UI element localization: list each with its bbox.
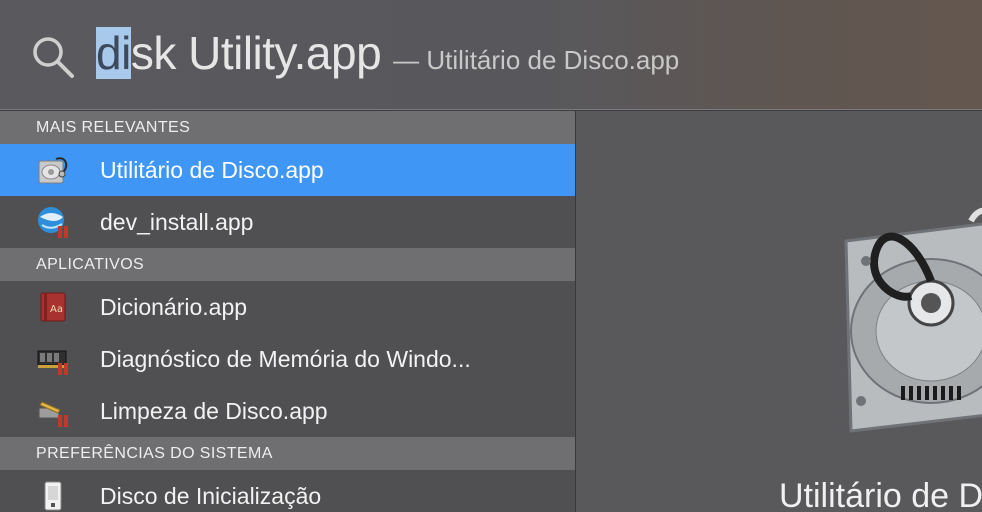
result-label: dev_install.app (100, 209, 254, 235)
results-list: MAIS RELEVANTES Utilitário de Disco.app … (0, 111, 576, 512)
preview-pane: Utilitário de Disco (576, 111, 982, 512)
result-item-utilitario-de-disco[interactable]: Utilitário de Disco.app (0, 144, 575, 196)
spotlight-search-bar: disk Utility.app — Utilitário de Disco.a… (0, 0, 982, 110)
section-header-aplicativos: APLICATIVOS (0, 248, 575, 281)
search-hint: — Utilitário de Disco.app (393, 45, 680, 75)
result-item-limpeza-de-disco[interactable]: Limpeza de Disco.app (0, 385, 575, 437)
section-header-mais-relevantes: MAIS RELEVANTES (0, 111, 575, 144)
section-header-preferencias: PREFERÊNCIAS DO SISTEMA (0, 437, 575, 470)
svg-text:Aa: Aa (50, 304, 63, 315)
result-item-dicionario[interactable]: Aa Dicionário.app (0, 281, 575, 333)
installer-globe-icon (38, 207, 68, 238)
result-label: Diagnóstico de Memória do Windo... (100, 346, 471, 372)
search-query-text[interactable]: disk Utility.app (96, 26, 382, 80)
dictionary-icon: Aa (40, 292, 66, 322)
result-item-dev-install[interactable]: dev_install.app (0, 196, 575, 248)
autocomplete-query-text: sk Utility.app (130, 27, 382, 79)
search-icon (33, 37, 74, 78)
result-label: Utilitário de Disco.app (100, 157, 324, 183)
disk-utility-large-icon (844, 207, 982, 433)
memory-chip-icon (37, 350, 68, 375)
result-label: Disco de Inicialização (100, 483, 322, 509)
search-input[interactable]: disk Utility.app — Utilitário de Disco.a… (96, 26, 679, 86)
disk-utility-icon (38, 157, 68, 184)
result-label: Limpeza de Disco.app (100, 398, 328, 424)
result-label: Dicionário.app (100, 294, 248, 320)
result-item-disco-de-inicializacao[interactable]: Disco de Inicialização (0, 470, 575, 512)
disk-cleanup-icon (38, 401, 68, 427)
startup-disk-icon (44, 481, 62, 511)
preview-title: Utilitário de Disco (779, 477, 982, 512)
selected-query-text: di (96, 27, 131, 79)
result-item-diagnostico-memoria[interactable]: Diagnóstico de Memória do Windo... (0, 333, 575, 385)
